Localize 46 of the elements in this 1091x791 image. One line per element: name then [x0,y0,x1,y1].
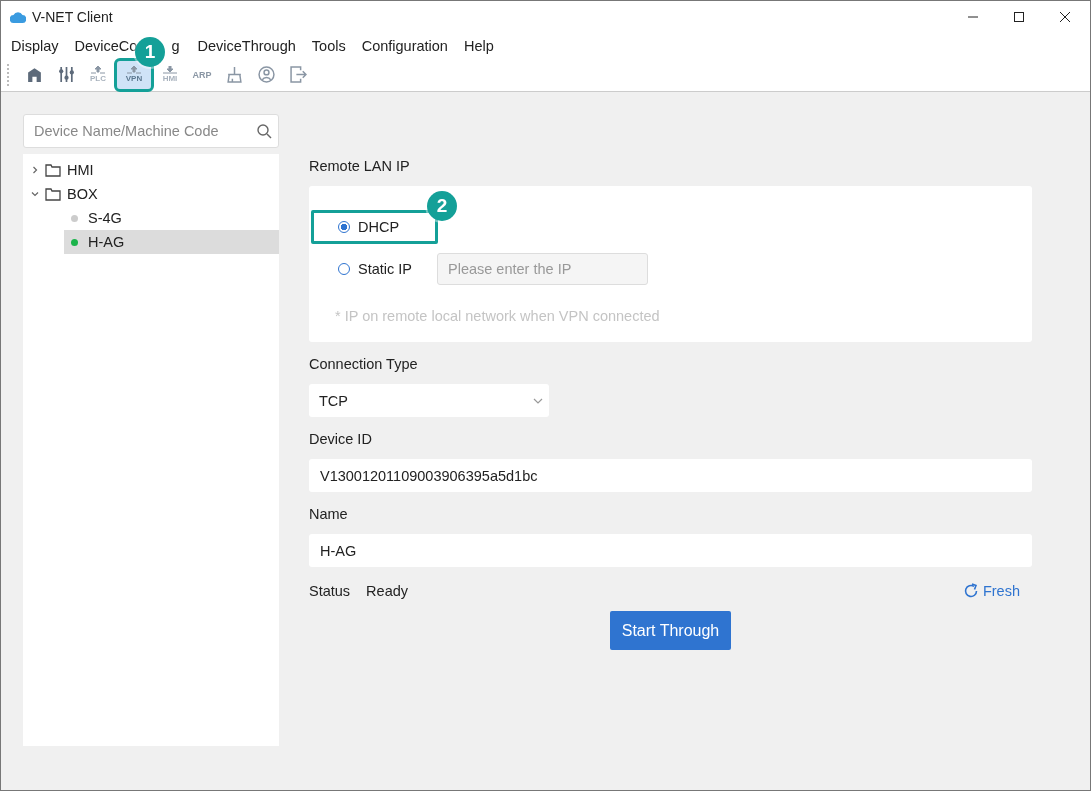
download-arrow-icon [162,66,178,75]
menu-item[interactable]: DeviceThrough [187,37,304,54]
window-title: V-NET Client [32,9,113,25]
upload-arrow-icon [90,66,106,75]
section-label: Remote LAN IP [309,158,411,174]
close-icon[interactable] [1060,12,1070,22]
menu-item[interactable]: DeviceCo [64,37,138,54]
user-icon [257,66,275,83]
radio-option[interactable]: Static IP [338,261,412,277]
device-item[interactable]: S-4G [64,206,279,230]
menu-item[interactable]: Help [453,37,502,54]
tree-item[interactable]: HMI [67,162,94,178]
connection-type-dropdown[interactable]: TCP [309,384,549,417]
refresh-icon [962,583,979,599]
device-id-field[interactable]: V13001201109003906395a5d1bc [309,459,1032,492]
hint-text: * IP on remote local network when VPN connected [335,308,661,324]
cloud-icon [10,11,26,23]
broom-icon [225,66,243,83]
status-value: Ready [366,583,409,599]
field-label: Connection Type [309,356,419,372]
tree-item[interactable]: BOX [67,186,98,202]
menu-item[interactable]: Tools [301,37,354,54]
expander-icon[interactable] [31,166,39,174]
search-icon[interactable] [256,123,272,139]
menu-item-end: g [171,37,180,54]
menu-item[interactable]: Configuration [351,37,456,54]
name-field[interactable]: H-AG [309,534,1032,567]
field-label: Name [309,506,349,522]
sliders-icon [57,66,75,83]
maximize-icon[interactable] [1014,12,1024,22]
field-label: Device ID [309,431,373,447]
folder-icon [45,187,61,201]
expander-icon[interactable] [31,190,39,198]
upload-arrow-icon [126,66,142,75]
step-badge: 2 [427,191,458,221]
menu-item[interactable]: Display [1,37,67,54]
refresh-link[interactable]: Fresh [962,583,1020,599]
start-through-button[interactable]: Start Through [609,611,732,650]
search-field[interactable]: Device Name/Machine Code [23,114,279,148]
home-icon [25,66,43,83]
device-item[interactable]: H-AG [64,230,279,254]
folder-icon [45,163,61,177]
toolbar-up-button[interactable]: VPN [117,60,151,89]
chevron-down-icon [533,397,543,404]
status-label: Status [309,583,351,599]
exit-icon [289,66,307,83]
